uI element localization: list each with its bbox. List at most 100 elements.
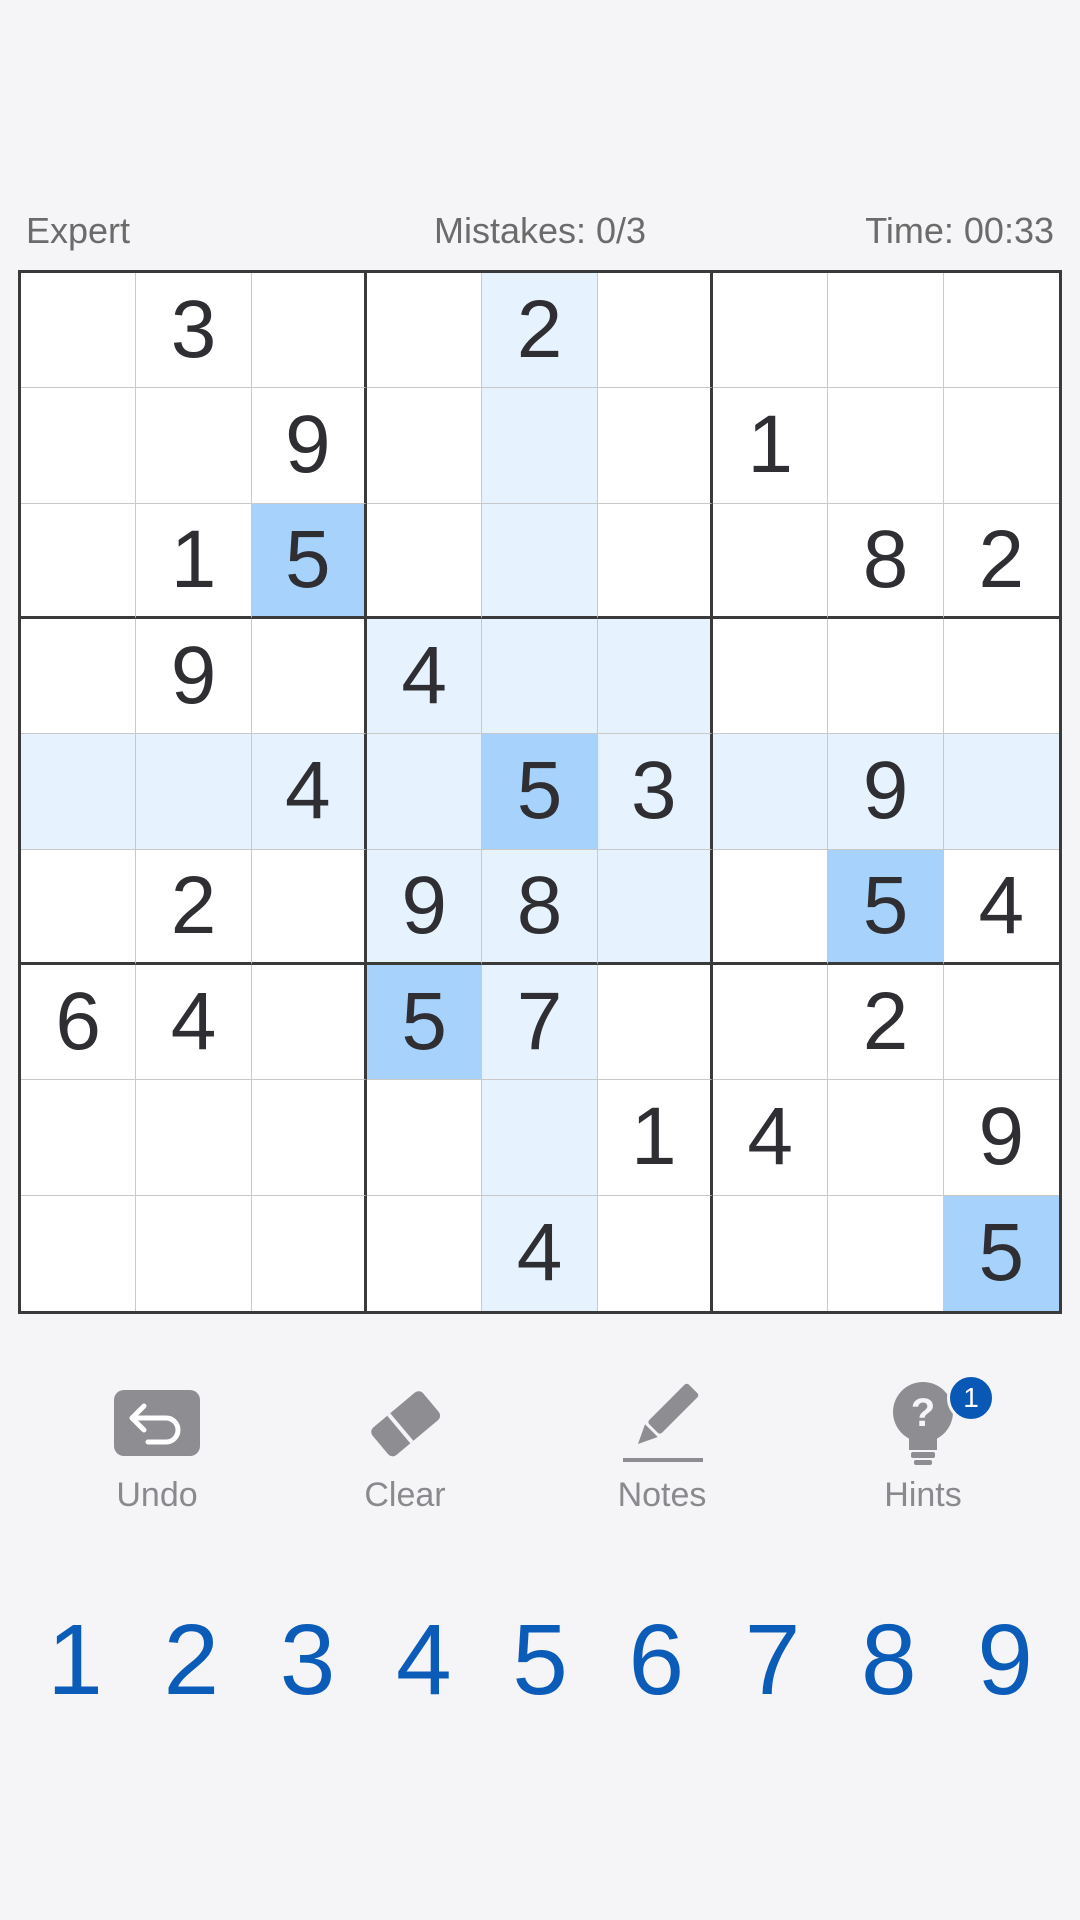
status-bar: Expert Mistakes: 0/3 Time: 00:33 bbox=[20, 210, 1060, 260]
grid-cell[interactable]: 5 bbox=[828, 849, 944, 965]
grid-cell[interactable] bbox=[482, 388, 598, 504]
grid-cell[interactable]: 3 bbox=[597, 734, 713, 850]
grid-cell[interactable] bbox=[597, 273, 713, 389]
number-button-6[interactable]: 6 bbox=[601, 1600, 711, 1720]
grid-cell[interactable]: 5 bbox=[367, 965, 483, 1081]
grid-cell[interactable]: 9 bbox=[367, 849, 483, 965]
grid-cell[interactable] bbox=[251, 965, 367, 1081]
hints-label: Hints bbox=[884, 1476, 962, 1514]
grid-cell[interactable] bbox=[21, 388, 137, 504]
hints-button[interactable]: ? 1 Hints bbox=[823, 1374, 1023, 1515]
grid-cell[interactable] bbox=[943, 734, 1059, 850]
grid-cell[interactable] bbox=[136, 1080, 252, 1196]
grid-cell[interactable] bbox=[713, 619, 829, 735]
number-button-5[interactable]: 5 bbox=[485, 1600, 595, 1720]
grid-cell[interactable] bbox=[21, 1080, 137, 1196]
grid-cell[interactable]: 4 bbox=[713, 1080, 829, 1196]
number-button-4[interactable]: 4 bbox=[369, 1600, 479, 1720]
grid-cell[interactable] bbox=[597, 965, 713, 1081]
grid-cell[interactable]: 9 bbox=[136, 619, 252, 735]
grid-cell[interactable] bbox=[21, 619, 137, 735]
grid-cell[interactable] bbox=[597, 503, 713, 619]
grid-cell[interactable]: 3 bbox=[136, 273, 252, 389]
grid-cell[interactable] bbox=[597, 388, 713, 504]
grid-cell[interactable] bbox=[251, 619, 367, 735]
grid-cell[interactable]: 7 bbox=[482, 965, 598, 1081]
grid-cell[interactable] bbox=[136, 734, 252, 850]
undo-button[interactable]: Undo bbox=[57, 1380, 257, 1515]
grid-cell[interactable] bbox=[21, 1195, 137, 1311]
grid-cell[interactable]: 4 bbox=[136, 965, 252, 1081]
notes-button[interactable]: Notes bbox=[562, 1380, 762, 1515]
grid-cell[interactable] bbox=[21, 734, 137, 850]
grid-cell[interactable] bbox=[367, 1195, 483, 1311]
number-button-9[interactable]: 9 bbox=[950, 1600, 1060, 1720]
grid-cell[interactable]: 4 bbox=[251, 734, 367, 850]
grid-cell[interactable]: 2 bbox=[828, 965, 944, 1081]
number-button-7[interactable]: 7 bbox=[718, 1600, 828, 1720]
eraser-icon bbox=[362, 1380, 448, 1471]
grid-cell[interactable] bbox=[828, 619, 944, 735]
grid-cell[interactable] bbox=[828, 388, 944, 504]
grid-cell[interactable] bbox=[251, 849, 367, 965]
number-button-3[interactable]: 3 bbox=[253, 1600, 363, 1720]
grid-cell[interactable] bbox=[482, 1080, 598, 1196]
grid-cell[interactable] bbox=[597, 619, 713, 735]
grid-cell[interactable] bbox=[943, 273, 1059, 389]
grid-cell[interactable]: 5 bbox=[943, 1195, 1059, 1311]
grid-cell[interactable] bbox=[713, 273, 829, 389]
grid-cell[interactable] bbox=[943, 388, 1059, 504]
grid-cell[interactable] bbox=[136, 1195, 252, 1311]
grid-cell[interactable] bbox=[367, 273, 483, 389]
grid-cell[interactable]: 1 bbox=[713, 388, 829, 504]
grid-cell[interactable] bbox=[367, 1080, 483, 1196]
grid-cell[interactable]: 1 bbox=[136, 503, 252, 619]
grid-cell[interactable]: 2 bbox=[136, 849, 252, 965]
grid-cell[interactable] bbox=[21, 273, 137, 389]
grid-cell[interactable]: 4 bbox=[482, 1195, 598, 1311]
grid-cell[interactable]: 5 bbox=[482, 734, 598, 850]
grid-cell[interactable]: 9 bbox=[943, 1080, 1059, 1196]
grid-cell[interactable]: 4 bbox=[943, 849, 1059, 965]
grid-cell[interactable] bbox=[21, 503, 137, 619]
grid-cell[interactable] bbox=[597, 1195, 713, 1311]
grid-cell[interactable]: 8 bbox=[482, 849, 598, 965]
grid-cell[interactable] bbox=[251, 1080, 367, 1196]
grid-cell[interactable] bbox=[828, 1080, 944, 1196]
grid-cell[interactable] bbox=[828, 1195, 944, 1311]
grid-cell[interactable] bbox=[136, 388, 252, 504]
grid-cell[interactable] bbox=[21, 849, 137, 965]
timer: Time: 00:33 bbox=[865, 210, 1054, 251]
number-button-2[interactable]: 2 bbox=[136, 1600, 246, 1720]
grid-cell[interactable] bbox=[713, 734, 829, 850]
grid-cell[interactable]: 6 bbox=[21, 965, 137, 1081]
grid-cell[interactable] bbox=[251, 273, 367, 389]
grid-cell[interactable]: 9 bbox=[828, 734, 944, 850]
grid-cell[interactable]: 1 bbox=[597, 1080, 713, 1196]
grid-cell[interactable]: 2 bbox=[943, 503, 1059, 619]
svg-text:?: ? bbox=[911, 1391, 935, 1435]
grid-cell[interactable]: 5 bbox=[251, 503, 367, 619]
grid-cell[interactable] bbox=[251, 1195, 367, 1311]
grid-cell[interactable] bbox=[482, 619, 598, 735]
grid-cell[interactable] bbox=[943, 619, 1059, 735]
grid-cell[interactable]: 9 bbox=[251, 388, 367, 504]
grid-cell[interactable] bbox=[713, 1195, 829, 1311]
grid-cell[interactable]: 8 bbox=[828, 503, 944, 619]
number-button-1[interactable]: 1 bbox=[20, 1600, 130, 1720]
grid-cell[interactable] bbox=[482, 503, 598, 619]
grid-cell[interactable] bbox=[367, 734, 483, 850]
grid-cell[interactable] bbox=[367, 503, 483, 619]
hints-badge: 1 bbox=[947, 1374, 995, 1422]
clear-button[interactable]: Clear bbox=[305, 1380, 505, 1515]
grid-cell[interactable] bbox=[597, 849, 713, 965]
grid-cell[interactable]: 2 bbox=[482, 273, 598, 389]
grid-cell[interactable] bbox=[943, 965, 1059, 1081]
grid-cell[interactable] bbox=[713, 849, 829, 965]
grid-cell[interactable] bbox=[828, 273, 944, 389]
number-button-8[interactable]: 8 bbox=[834, 1600, 944, 1720]
grid-cell[interactable] bbox=[713, 503, 829, 619]
grid-cell[interactable]: 4 bbox=[367, 619, 483, 735]
grid-cell[interactable] bbox=[713, 965, 829, 1081]
grid-cell[interactable] bbox=[367, 388, 483, 504]
